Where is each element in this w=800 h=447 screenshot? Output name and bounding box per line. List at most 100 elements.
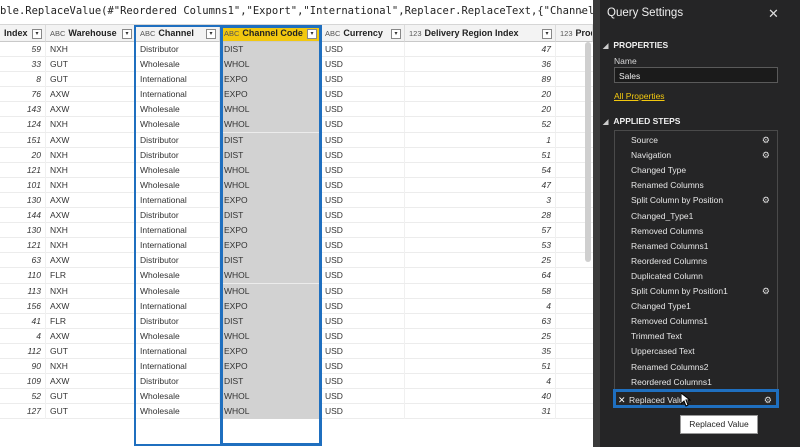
cell-channel[interactable]: Distributor [136, 208, 220, 224]
collapse-triangle-icon[interactable]: ◢ [603, 119, 608, 126]
step-reordered-columns[interactable]: Reordered Columns [617, 254, 774, 268]
cell-warehouse[interactable]: NXH [46, 162, 136, 178]
cell-currency[interactable]: USD [321, 208, 405, 224]
table-row[interactable]: 41 FLR Distributor DIST USD 63 [0, 313, 593, 329]
cell-channel-code[interactable]: EXPO [220, 223, 321, 239]
step-duplicated-column[interactable]: Duplicated Column [617, 269, 774, 283]
cell-currency[interactable]: USD [321, 283, 405, 299]
table-row[interactable]: 20 NXH Distributor DIST USD 51 [0, 147, 593, 163]
cell-channel-code[interactable]: DIST [220, 147, 321, 163]
cell-channel[interactable]: Wholesale [136, 57, 220, 73]
table-row[interactable]: 59 NXH Distributor DIST USD 47 [0, 42, 593, 58]
cell-channel[interactable]: Distributor [136, 132, 220, 148]
column-header-index[interactable]: Index ▾ [0, 25, 46, 42]
cell-currency[interactable]: USD [321, 389, 405, 405]
table-row[interactable]: 101 NXH Wholesale WHOL USD 47 [0, 177, 593, 193]
cell-currency[interactable]: USD [321, 147, 405, 163]
table-row[interactable]: 156 AXW International EXPO USD 4 [0, 298, 593, 314]
properties-section[interactable]: ◢ PROPERTIES [603, 40, 668, 50]
step-trimmed-text[interactable]: Trimmed Text [617, 329, 774, 343]
cell-channel-code[interactable]: WHOL [220, 328, 321, 344]
cell-delivery-region-index[interactable]: 51 [405, 147, 556, 163]
cell-channel[interactable]: Distributor [136, 42, 220, 57]
cell-warehouse[interactable]: AXW [46, 253, 136, 269]
table-row[interactable]: 110 FLR Wholesale WHOL USD 64 [0, 268, 593, 284]
formula-text[interactable]: ble.ReplaceValue(#"Reordered Columns1","… [0, 5, 613, 17]
cell-channel-code[interactable]: EXPO [220, 298, 321, 314]
column-header-product[interactable]: 123Product [556, 25, 593, 42]
step-renamed-columns[interactable]: Renamed Columns [617, 178, 774, 192]
column-header-channel-code[interactable]: ABC Channel Code ▾ [220, 25, 321, 42]
cell-currency[interactable]: USD [321, 238, 405, 254]
cell-currency[interactable]: USD [321, 374, 405, 390]
table-row[interactable]: 124 NXH Wholesale WHOL USD 52 [0, 117, 593, 133]
table-row[interactable]: 52 GUT Wholesale WHOL USD 40 [0, 389, 593, 405]
gear-icon[interactable]: ⚙ [762, 284, 770, 298]
cell-delivery-region-index[interactable]: 31 [405, 404, 556, 420]
cell-warehouse[interactable]: GUT [46, 389, 136, 405]
cell-index[interactable]: 121 [0, 162, 46, 178]
cell-delivery-region-index[interactable]: 1 [405, 132, 556, 148]
cell-delivery-region-index[interactable]: 4 [405, 298, 556, 314]
table-row[interactable]: 90 NXH International EXPO USD 51 [0, 358, 593, 375]
cell-currency[interactable]: USD [321, 328, 405, 344]
gear-icon[interactable]: ⚙ [764, 393, 772, 407]
cell-warehouse[interactable]: NXH [46, 223, 136, 239]
cell-delivery-region-index[interactable]: 4 [405, 374, 556, 390]
cell-currency[interactable]: USD [321, 162, 405, 178]
cell-warehouse[interactable]: NXH [46, 147, 136, 163]
cell-currency[interactable]: USD [321, 343, 405, 359]
cell-delivery-region-index[interactable]: 58 [405, 283, 556, 299]
step-removed-columns[interactable]: Removed Columns [617, 224, 774, 238]
cell-channel-code[interactable]: WHOL [220, 404, 321, 420]
cell-channel[interactable]: International [136, 72, 220, 88]
filter-dropdown-icon[interactable]: ▾ [206, 29, 216, 39]
table-row[interactable]: 121 NXH International EXPO USD 53 [0, 238, 593, 254]
cell-index[interactable]: 20 [0, 147, 46, 163]
cell-index[interactable]: 90 [0, 358, 46, 374]
cell-warehouse[interactable]: GUT [46, 404, 136, 420]
cell-channel-code[interactable]: EXPO [220, 192, 321, 208]
cell-index[interactable]: 144 [0, 208, 46, 224]
cell-channel[interactable]: Wholesale [136, 102, 220, 118]
cell-channel[interactable]: International [136, 192, 220, 208]
cell-channel[interactable]: Wholesale [136, 162, 220, 178]
filter-dropdown-icon[interactable]: ▾ [122, 29, 132, 39]
cell-index[interactable]: 4 [0, 328, 46, 344]
step-navigation[interactable]: Navigation ⚙ [617, 148, 774, 162]
table-row[interactable]: 8 GUT International EXPO USD 89 [0, 72, 593, 88]
cell-channel[interactable]: International [136, 87, 220, 103]
cell-delivery-region-index[interactable]: 57 [405, 223, 556, 239]
cell-index[interactable]: 112 [0, 343, 46, 359]
step-source[interactable]: Source ⚙ [617, 133, 774, 147]
step-split-column-by-position[interactable]: Split Column by Position ⚙ [617, 193, 774, 207]
cell-warehouse[interactable]: AXW [46, 87, 136, 103]
cell-delivery-region-index[interactable]: 63 [405, 313, 556, 329]
cell-currency[interactable]: USD [321, 117, 405, 133]
gear-icon[interactable]: ⚙ [762, 133, 770, 147]
all-properties-link[interactable]: All Properties [614, 91, 665, 101]
cell-index[interactable]: 130 [0, 223, 46, 239]
table-row[interactable]: 130 NXH International EXPO USD 57 [0, 223, 593, 239]
cell-warehouse[interactable]: NXH [46, 42, 136, 57]
cell-currency[interactable]: USD [321, 42, 405, 57]
cell-currency[interactable]: USD [321, 57, 405, 73]
cell-delivery-region-index[interactable]: 28 [405, 208, 556, 224]
table-row[interactable]: 144 AXW Distributor DIST USD 28 [0, 208, 593, 224]
cell-channel[interactable]: Wholesale [136, 389, 220, 405]
cell-channel-code[interactable]: WHOL [220, 162, 321, 178]
cell-delivery-region-index[interactable]: 40 [405, 389, 556, 405]
cell-channel-code[interactable]: EXPO [220, 87, 321, 103]
cell-channel-code[interactable]: DIST [220, 208, 321, 224]
step-renamed-columns1[interactable]: Renamed Columns1 [617, 239, 774, 253]
cell-warehouse[interactable]: AXW [46, 132, 136, 148]
cell-index[interactable]: 143 [0, 102, 46, 118]
cell-channel[interactable]: Distributor [136, 313, 220, 329]
table-row[interactable]: 76 AXW International EXPO USD 20 [0, 87, 593, 103]
cell-delivery-region-index[interactable]: 51 [405, 358, 556, 374]
cell-warehouse[interactable]: AXW [46, 298, 136, 314]
cell-channel[interactable]: International [136, 298, 220, 314]
column-header-delivery-region-index[interactable]: 123 Delivery Region Index ▾ [405, 25, 556, 42]
cell-channel-code[interactable]: WHOL [220, 283, 321, 299]
cell-channel-code[interactable]: DIST [220, 42, 321, 57]
